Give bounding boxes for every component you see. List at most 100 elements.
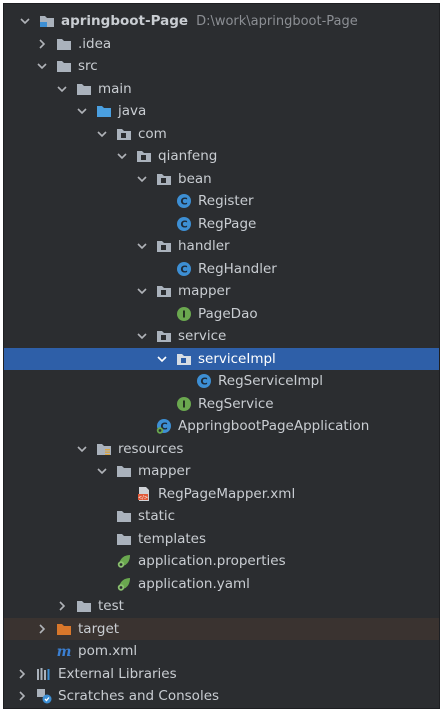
tree-node-resources-mapper[interactable]: mapper [4, 460, 439, 482]
tree-label: RegPageMapper.xml [158, 485, 296, 502]
chevron-right-icon[interactable] [57, 601, 67, 611]
svg-text:C: C [180, 264, 187, 275]
tree-node-project-root[interactable]: apringboot-Page D:\work\apringboot-Page [4, 10, 439, 32]
tree-node-src[interactable]: src [4, 55, 439, 77]
resources-folder-icon [96, 441, 112, 457]
tree-node-reghandler[interactable]: C RegHandler [4, 258, 439, 280]
project-folder-icon [39, 13, 55, 29]
tree-node-register[interactable]: C Register [4, 190, 439, 212]
chevron-down-icon[interactable] [137, 331, 147, 341]
tree-node-application[interactable]: C AppringbootPageApplication [4, 415, 439, 437]
package-icon [156, 238, 172, 254]
tree-label: mapper [178, 283, 231, 299]
tree-label: application.yaml [138, 575, 250, 592]
package-icon [156, 283, 172, 299]
tree-node-handler[interactable]: handler [4, 235, 439, 257]
tree-node-application-properties[interactable]: application.properties [4, 550, 439, 572]
chevron-down-icon[interactable] [57, 84, 67, 94]
folder-icon [56, 36, 72, 52]
tree-label: PageDao [198, 305, 258, 322]
package-icon [176, 351, 192, 367]
tree-node-regserviceimpl[interactable]: C RegServiceImpl [4, 370, 439, 392]
svg-text:I: I [182, 309, 186, 320]
tree-node-mapper-xml[interactable]: </> RegPageMapper.xml [4, 483, 439, 505]
scratches-icon [36, 688, 52, 704]
tree-node-application-yaml[interactable]: application.yaml [4, 573, 439, 595]
tree-node-resources[interactable]: resources [4, 438, 439, 460]
chevron-down-icon[interactable] [117, 151, 127, 161]
chevron-down-icon[interactable] [20, 16, 30, 26]
tree-label: mapper [138, 463, 191, 479]
spring-config-icon [116, 553, 132, 569]
chevron-down-icon[interactable] [97, 466, 107, 476]
tree-node-mapper[interactable]: mapper [4, 280, 439, 302]
tree-node-pagedao[interactable]: I PageDao [4, 303, 439, 325]
chevron-down-icon[interactable] [157, 354, 167, 364]
tree-node-regpage[interactable]: C RegPage [4, 213, 439, 235]
tree-node-main[interactable]: main [4, 78, 439, 100]
tree-node-qianfeng[interactable]: qianfeng [4, 145, 439, 167]
tree-label: .idea [78, 35, 112, 52]
chevron-right-icon[interactable] [17, 691, 27, 701]
tree-node-target[interactable]: target [4, 617, 439, 640]
class-icon: C [176, 216, 192, 232]
tree-label: handler [178, 238, 230, 254]
tree-node-com[interactable]: com [4, 123, 439, 145]
svg-text:C: C [180, 219, 187, 230]
maven-icon: m [56, 643, 72, 659]
interface-icon: I [176, 306, 192, 322]
svg-text:I: I [182, 399, 186, 410]
svg-text:C: C [180, 197, 187, 208]
svg-text:m: m [57, 644, 72, 659]
tree-node-bean[interactable]: bean [4, 168, 439, 190]
tree-node-pom[interactable]: m pom.xml [4, 640, 439, 662]
excluded-folder-icon [56, 621, 72, 637]
tree-node-static[interactable]: static [4, 505, 439, 527]
tree-label: com [138, 125, 167, 142]
tree-node-templates[interactable]: templates [4, 528, 439, 550]
tree-label: RegPage [198, 215, 257, 232]
tree-label: RegServiceImpl [218, 373, 323, 389]
chevron-down-icon[interactable] [137, 241, 147, 251]
chevron-down-icon[interactable] [77, 444, 87, 454]
tree-node-java[interactable]: java [4, 100, 439, 122]
svg-text:C: C [200, 377, 207, 388]
tree-label: main [98, 80, 132, 97]
chevron-down-icon[interactable] [137, 286, 147, 296]
xml-file-icon: </> [136, 486, 152, 502]
tree-label: service [178, 328, 227, 344]
tree-label: application.properties [138, 553, 286, 569]
tree-node-external-libraries[interactable]: External Libraries [4, 663, 439, 685]
project-name: apringboot-Page [61, 13, 189, 29]
package-icon [156, 328, 172, 344]
tree-node-service[interactable]: service [4, 325, 439, 347]
chevron-down-icon[interactable] [137, 174, 147, 184]
tree-label: pom.xml [78, 643, 138, 659]
tree-label: templates [138, 530, 206, 547]
folder-icon [76, 81, 92, 97]
folder-icon [116, 508, 132, 524]
chevron-right-icon[interactable] [17, 668, 27, 679]
tree-node-test[interactable]: test [4, 595, 439, 617]
tree-node-scratches[interactable]: Scratches and Consoles [4, 685, 439, 707]
tree-node-idea[interactable]: .idea [4, 33, 439, 55]
tree-label: Register [198, 193, 254, 209]
chevron-right-icon[interactable] [37, 623, 47, 634]
source-folder-icon [96, 103, 112, 119]
tree-label: resources [118, 440, 184, 457]
folder-icon [116, 463, 132, 479]
tree-label: qianfeng [158, 148, 218, 164]
tree-label: RegService [198, 395, 274, 412]
chevron-down-icon[interactable] [77, 106, 87, 116]
tree-label: target [78, 620, 120, 637]
chevron-down-icon[interactable] [37, 61, 47, 71]
chevron-right-icon[interactable] [37, 38, 47, 49]
tree-node-regservice[interactable]: I RegService [4, 393, 439, 415]
tree-label: static [138, 508, 176, 524]
tree-node-serviceimpl[interactable]: serviceImpl [4, 347, 439, 370]
tree-label: java [118, 103, 147, 119]
svg-text:</>: </> [138, 495, 148, 501]
chevron-down-icon[interactable] [97, 129, 107, 139]
package-icon [136, 148, 152, 164]
spring-boot-class-icon: C [156, 418, 172, 434]
